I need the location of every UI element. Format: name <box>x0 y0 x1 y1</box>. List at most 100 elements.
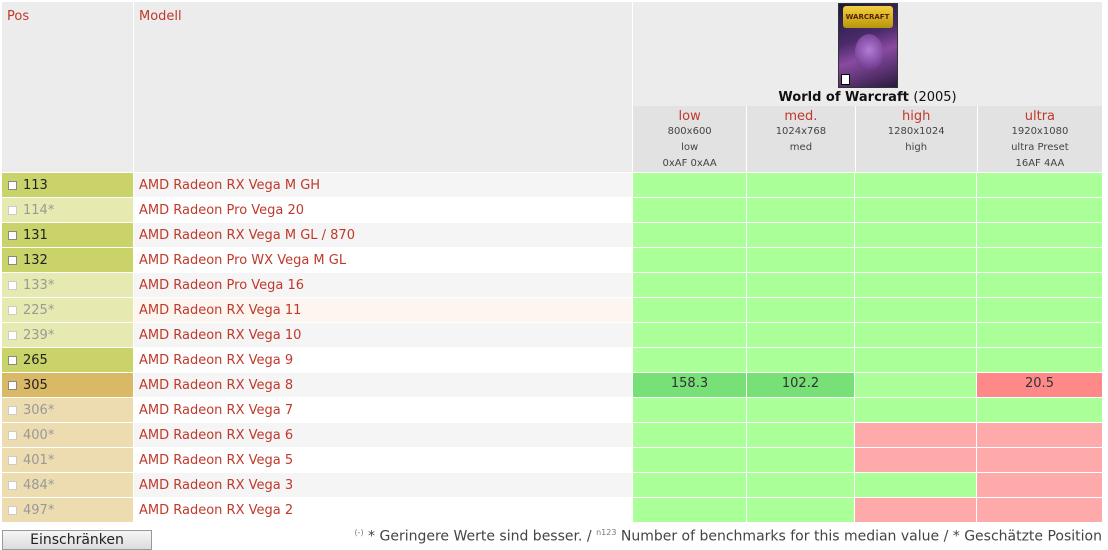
model-link[interactable]: AMD Radeon Pro WX Vega M GL <box>134 248 633 272</box>
compare-checkbox[interactable] <box>8 380 17 390</box>
model-link[interactable]: AMD Radeon Pro Vega 20 <box>134 198 633 222</box>
benchmark-cell-ultra <box>977 348 1102 372</box>
setting-header-2[interactable]: high 1280x1024 high <box>855 106 978 172</box>
benchmark-cell-med <box>747 248 855 272</box>
benchmark-cell-low <box>633 398 747 422</box>
table-row: 114* AMD Radeon Pro Vega 20 <box>2 197 1102 222</box>
compare-checkbox[interactable] <box>8 330 17 340</box>
settings-header-row: low 800x600 low 0xAF 0xAA med. 1024x768 med hig… <box>633 106 1102 172</box>
game-logo: WARCRAFT <box>842 6 893 28</box>
setting-preset: ultra Preset <box>1011 142 1069 153</box>
setting-preset: med <box>789 142 813 153</box>
position-value: 265 <box>23 352 48 368</box>
compare-checkbox[interactable] <box>8 405 17 415</box>
position-cell: 133* <box>2 273 134 297</box>
game-title[interactable]: World of Warcraft (2005) <box>778 90 956 105</box>
model-link[interactable]: AMD Radeon RX Vega 3 <box>134 473 633 497</box>
benchmark-cell-high <box>855 298 977 322</box>
table-row: 132 AMD Radeon Pro WX Vega M GL <box>2 247 1102 272</box>
benchmark-cell-med <box>747 273 855 297</box>
benchmark-cell-med <box>747 323 855 347</box>
model-link[interactable]: AMD Radeon RX Vega 2 <box>134 498 633 522</box>
benchmark-cell-med <box>747 423 855 447</box>
benchmark-cell-ultra <box>977 248 1102 272</box>
table-row: 239* AMD Radeon RX Vega 10 <box>2 322 1102 347</box>
compare-checkbox[interactable] <box>8 205 17 215</box>
benchmark-cell-med[interactable]: 102.2 <box>747 373 855 397</box>
setting-res: 1920x1080 <box>1011 126 1069 137</box>
benchmark-cell-low <box>633 423 747 447</box>
game-info: WARCRAFT World of Warcraft (2005) <box>633 2 1102 106</box>
compare-checkbox[interactable] <box>8 230 17 240</box>
cover-art-figure <box>854 34 883 70</box>
position-value: 306* <box>23 402 55 418</box>
position-value: 131 <box>23 227 48 243</box>
setting-header-1[interactable]: med. 1024x768 med <box>747 106 856 172</box>
benchmark-cell-med <box>747 298 855 322</box>
pos-column-header[interactable]: Pos <box>2 2 134 172</box>
compare-checkbox[interactable] <box>8 480 17 490</box>
compare-checkbox[interactable] <box>8 355 17 365</box>
benchmark-cell-low <box>633 223 747 247</box>
benchmark-cell-ultra[interactable]: 20.5 <box>977 373 1102 397</box>
model-link[interactable]: AMD Radeon RX Vega 5 <box>134 448 633 472</box>
benchmark-cell-low[interactable]: 158.3 <box>633 373 747 397</box>
setting-res: 1280x1024 <box>887 126 945 137</box>
game-cover-image[interactable]: WARCRAFT <box>837 3 898 88</box>
compare-checkbox[interactable] <box>8 455 17 465</box>
benchmark-cell-high <box>855 273 977 297</box>
setting-res: 1024x768 <box>775 126 827 137</box>
model-link[interactable]: AMD Radeon Pro Vega 16 <box>134 273 633 297</box>
setting-preset: low <box>681 142 699 153</box>
benchmark-cell-ultra <box>977 398 1102 422</box>
position-value: 497* <box>23 502 55 518</box>
model-column-header[interactable]: Modell <box>134 2 633 172</box>
benchmark-cell-low <box>633 473 747 497</box>
benchmark-cell-low <box>633 198 747 222</box>
position-cell: 401* <box>2 448 134 472</box>
position-value: 114* <box>23 202 55 218</box>
model-link[interactable]: AMD Radeon RX Vega M GL / 870 <box>134 223 633 247</box>
position-value: 113 <box>23 177 48 193</box>
benchmark-cell-ultra <box>977 448 1102 472</box>
model-link[interactable]: AMD Radeon RX Vega 10 <box>134 323 633 347</box>
benchmark-cell-high <box>855 173 977 197</box>
model-link[interactable]: AMD Radeon RX Vega 7 <box>134 398 633 422</box>
benchmark-cell-ultra <box>977 198 1102 222</box>
table-row: 306* AMD Radeon RX Vega 7 <box>2 397 1102 422</box>
benchmark-cell-ultra <box>977 323 1102 347</box>
compare-checkbox[interactable] <box>8 255 17 265</box>
compare-checkbox[interactable] <box>8 505 17 515</box>
position-value: 133* <box>23 277 55 293</box>
model-link[interactable]: AMD Radeon RX Vega 11 <box>134 298 633 322</box>
restrict-button[interactable]: Einschränken <box>2 530 152 550</box>
setting-extra: 0xAF 0xAA <box>662 158 717 169</box>
benchmark-cell-med <box>747 398 855 422</box>
table-row: 225* AMD Radeon RX Vega 11 <box>2 297 1102 322</box>
model-link[interactable]: AMD Radeon RX Vega M GH <box>134 173 633 197</box>
compare-checkbox[interactable] <box>8 430 17 440</box>
position-value: 400* <box>23 427 55 443</box>
benchmark-cell-high <box>855 373 977 397</box>
table-row: 400* AMD Radeon RX Vega 6 <box>2 422 1102 447</box>
compare-checkbox[interactable] <box>8 305 17 315</box>
benchmark-cell-ultra <box>977 173 1102 197</box>
model-link[interactable]: AMD Radeon RX Vega 6 <box>134 423 633 447</box>
benchmark-cell-med <box>747 473 855 497</box>
benchmark-cell-med <box>747 198 855 222</box>
benchmark-cell-ultra <box>977 273 1102 297</box>
benchmark-cell-med <box>747 448 855 472</box>
rating-icon <box>840 74 850 85</box>
setting-extra: 16AF 4AA <box>1015 158 1065 169</box>
model-link[interactable]: AMD Radeon RX Vega 8 <box>134 373 633 397</box>
benchmark-cell-med <box>747 223 855 247</box>
compare-checkbox[interactable] <box>8 280 17 290</box>
model-link[interactable]: AMD Radeon RX Vega 9 <box>134 348 633 372</box>
compare-checkbox[interactable] <box>8 180 17 190</box>
setting-header-0[interactable]: low 800x600 low 0xAF 0xAA <box>633 106 748 172</box>
table-row: 401* AMD Radeon RX Vega 5 <box>2 447 1102 472</box>
setting-header-3[interactable]: ultra 1920x1080 ultra Preset 16AF 4AA <box>977 106 1102 172</box>
position-cell: 497* <box>2 498 134 522</box>
benchmark-cell-low <box>633 298 747 322</box>
benchmark-cell-high <box>855 248 977 272</box>
